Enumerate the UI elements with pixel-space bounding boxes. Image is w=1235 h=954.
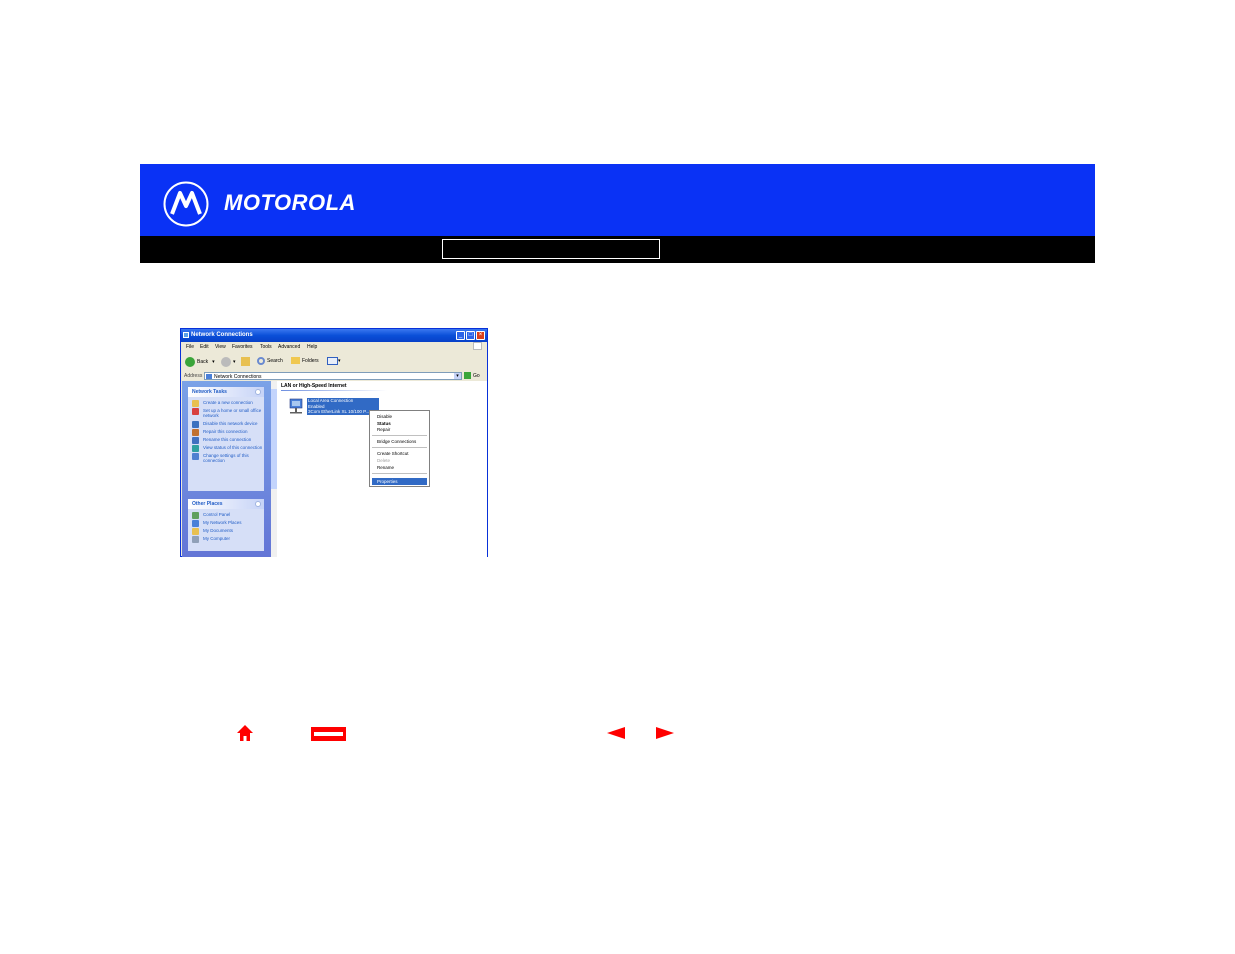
place-my-network-places[interactable]: My Network Places: [188, 520, 264, 527]
home-icon[interactable]: [236, 724, 254, 742]
motorola-logo-icon: [163, 181, 209, 227]
menu-separator: [372, 435, 427, 436]
back-arrow-icon: [185, 357, 195, 367]
network-connections-icon: [183, 332, 189, 338]
chevron-down-icon: ▾: [338, 358, 341, 364]
toolbar: Back ▾ ▾ Search Folders ▾: [181, 351, 487, 372]
menu-separator: [372, 447, 427, 448]
task-change-settings[interactable]: Change settings of this connection: [188, 453, 264, 463]
repair-icon: [192, 429, 199, 436]
new-connection-icon: [192, 400, 199, 407]
menu-help[interactable]: Help: [307, 344, 317, 350]
menu-item-properties[interactable]: Properties: [372, 478, 427, 485]
forward-arrow-icon: [221, 357, 231, 367]
views-button[interactable]: ▾: [327, 357, 341, 365]
menu-item-status[interactable]: Status: [377, 421, 391, 426]
address-label: Address: [184, 373, 203, 379]
group-divider: [281, 390, 387, 391]
chevron-down-icon: ▾: [233, 359, 236, 365]
task-repair-connection[interactable]: Repair this connection: [188, 429, 264, 436]
documents-icon: [192, 528, 199, 535]
maximize-button[interactable]: □: [466, 331, 475, 340]
network-tasks-header[interactable]: Network Tasks: [188, 387, 264, 397]
windows-logo-icon: [473, 342, 482, 350]
window-title: Network Connections: [191, 332, 253, 338]
menu-view[interactable]: View: [215, 344, 226, 350]
network-connections-window: Network Connections _ □ × File Edit View…: [180, 328, 488, 557]
network-tasks-panel: Network Tasks Create a new connection Se…: [188, 387, 264, 491]
menu-item-repair[interactable]: Repair: [377, 427, 390, 432]
close-button[interactable]: ×: [476, 331, 485, 340]
nav-box[interactable]: [442, 239, 660, 259]
next-arrow-icon[interactable]: [656, 727, 674, 739]
go-arrow-icon: [464, 372, 471, 379]
control-panel-icon: [192, 512, 199, 519]
menu-file[interactable]: File: [186, 344, 194, 350]
home-network-icon: [192, 408, 199, 415]
place-control-panel[interactable]: Control Panel: [188, 512, 264, 519]
task-pane: Network Tasks Create a new connection Se…: [182, 381, 271, 557]
rename-icon: [192, 437, 199, 444]
search-icon: [257, 357, 265, 365]
collapse-icon[interactable]: [255, 501, 261, 507]
menu-favorites[interactable]: Favorites: [232, 344, 253, 350]
menu-separator: [372, 473, 427, 474]
title-bar: Network Connections _ □ ×: [181, 329, 487, 342]
folders-icon: [291, 357, 300, 364]
go-button[interactable]: Go: [464, 372, 480, 379]
menu-tools[interactable]: Tools: [260, 344, 272, 350]
task-disable-device[interactable]: Disable this network device: [188, 421, 264, 428]
chevron-down-icon: ▾: [212, 359, 215, 365]
task-create-connection[interactable]: Create a new connection: [188, 400, 264, 407]
other-places-panel: Other Places Control Panel My Network Pl…: [188, 499, 264, 551]
brand-name: MOTOROLA: [224, 190, 356, 215]
place-my-computer[interactable]: My Computer: [188, 536, 264, 543]
print-icon[interactable]: [310, 726, 347, 742]
menu-edit[interactable]: Edit: [200, 344, 209, 350]
back-button[interactable]: Back ▾: [185, 357, 215, 367]
menu-item-rename[interactable]: Rename: [377, 465, 394, 470]
menu-item-bridge-connections[interactable]: Bridge Connections: [377, 439, 416, 444]
search-button[interactable]: Search: [257, 357, 283, 365]
group-title: LAN or High-Speed Internet: [281, 383, 347, 389]
forward-button[interactable]: ▾: [221, 357, 236, 367]
task-setup-home-network[interactable]: Set up a home or small office network: [188, 408, 264, 418]
address-bar: Address Network Connections ▾ Go: [181, 371, 487, 380]
other-places-header[interactable]: Other Places: [188, 499, 264, 509]
views-icon: [327, 357, 338, 365]
chevron-down-icon[interactable]: ▾: [454, 373, 461, 379]
settings-icon: [192, 453, 199, 460]
context-menu: Disable Status Repair Bridge Connections…: [369, 410, 430, 487]
folders-button[interactable]: Folders: [291, 357, 319, 364]
network-connection-icon[interactable]: [287, 397, 305, 415]
network-places-icon: [192, 520, 199, 527]
collapse-icon[interactable]: [255, 389, 261, 395]
menu-item-create-shortcut[interactable]: Create Shortcut: [377, 451, 409, 456]
menu-item-disable[interactable]: Disable: [377, 414, 392, 419]
address-field[interactable]: Network Connections ▾: [204, 372, 462, 380]
network-connections-icon: [206, 374, 212, 379]
up-folder-button[interactable]: [241, 357, 250, 366]
disable-device-icon: [192, 421, 199, 428]
place-my-documents[interactable]: My Documents: [188, 528, 264, 535]
computer-icon: [192, 536, 199, 543]
task-view-status[interactable]: View status of this connection: [188, 445, 264, 452]
previous-arrow-icon[interactable]: [607, 727, 625, 739]
minimize-button[interactable]: _: [456, 331, 465, 340]
menu-item-delete: Delete: [377, 458, 391, 463]
menu-advanced[interactable]: Advanced: [278, 344, 300, 350]
status-icon: [192, 445, 199, 452]
task-rename-connection[interactable]: Rename this connection: [188, 437, 264, 444]
up-folder-icon: [241, 357, 250, 366]
